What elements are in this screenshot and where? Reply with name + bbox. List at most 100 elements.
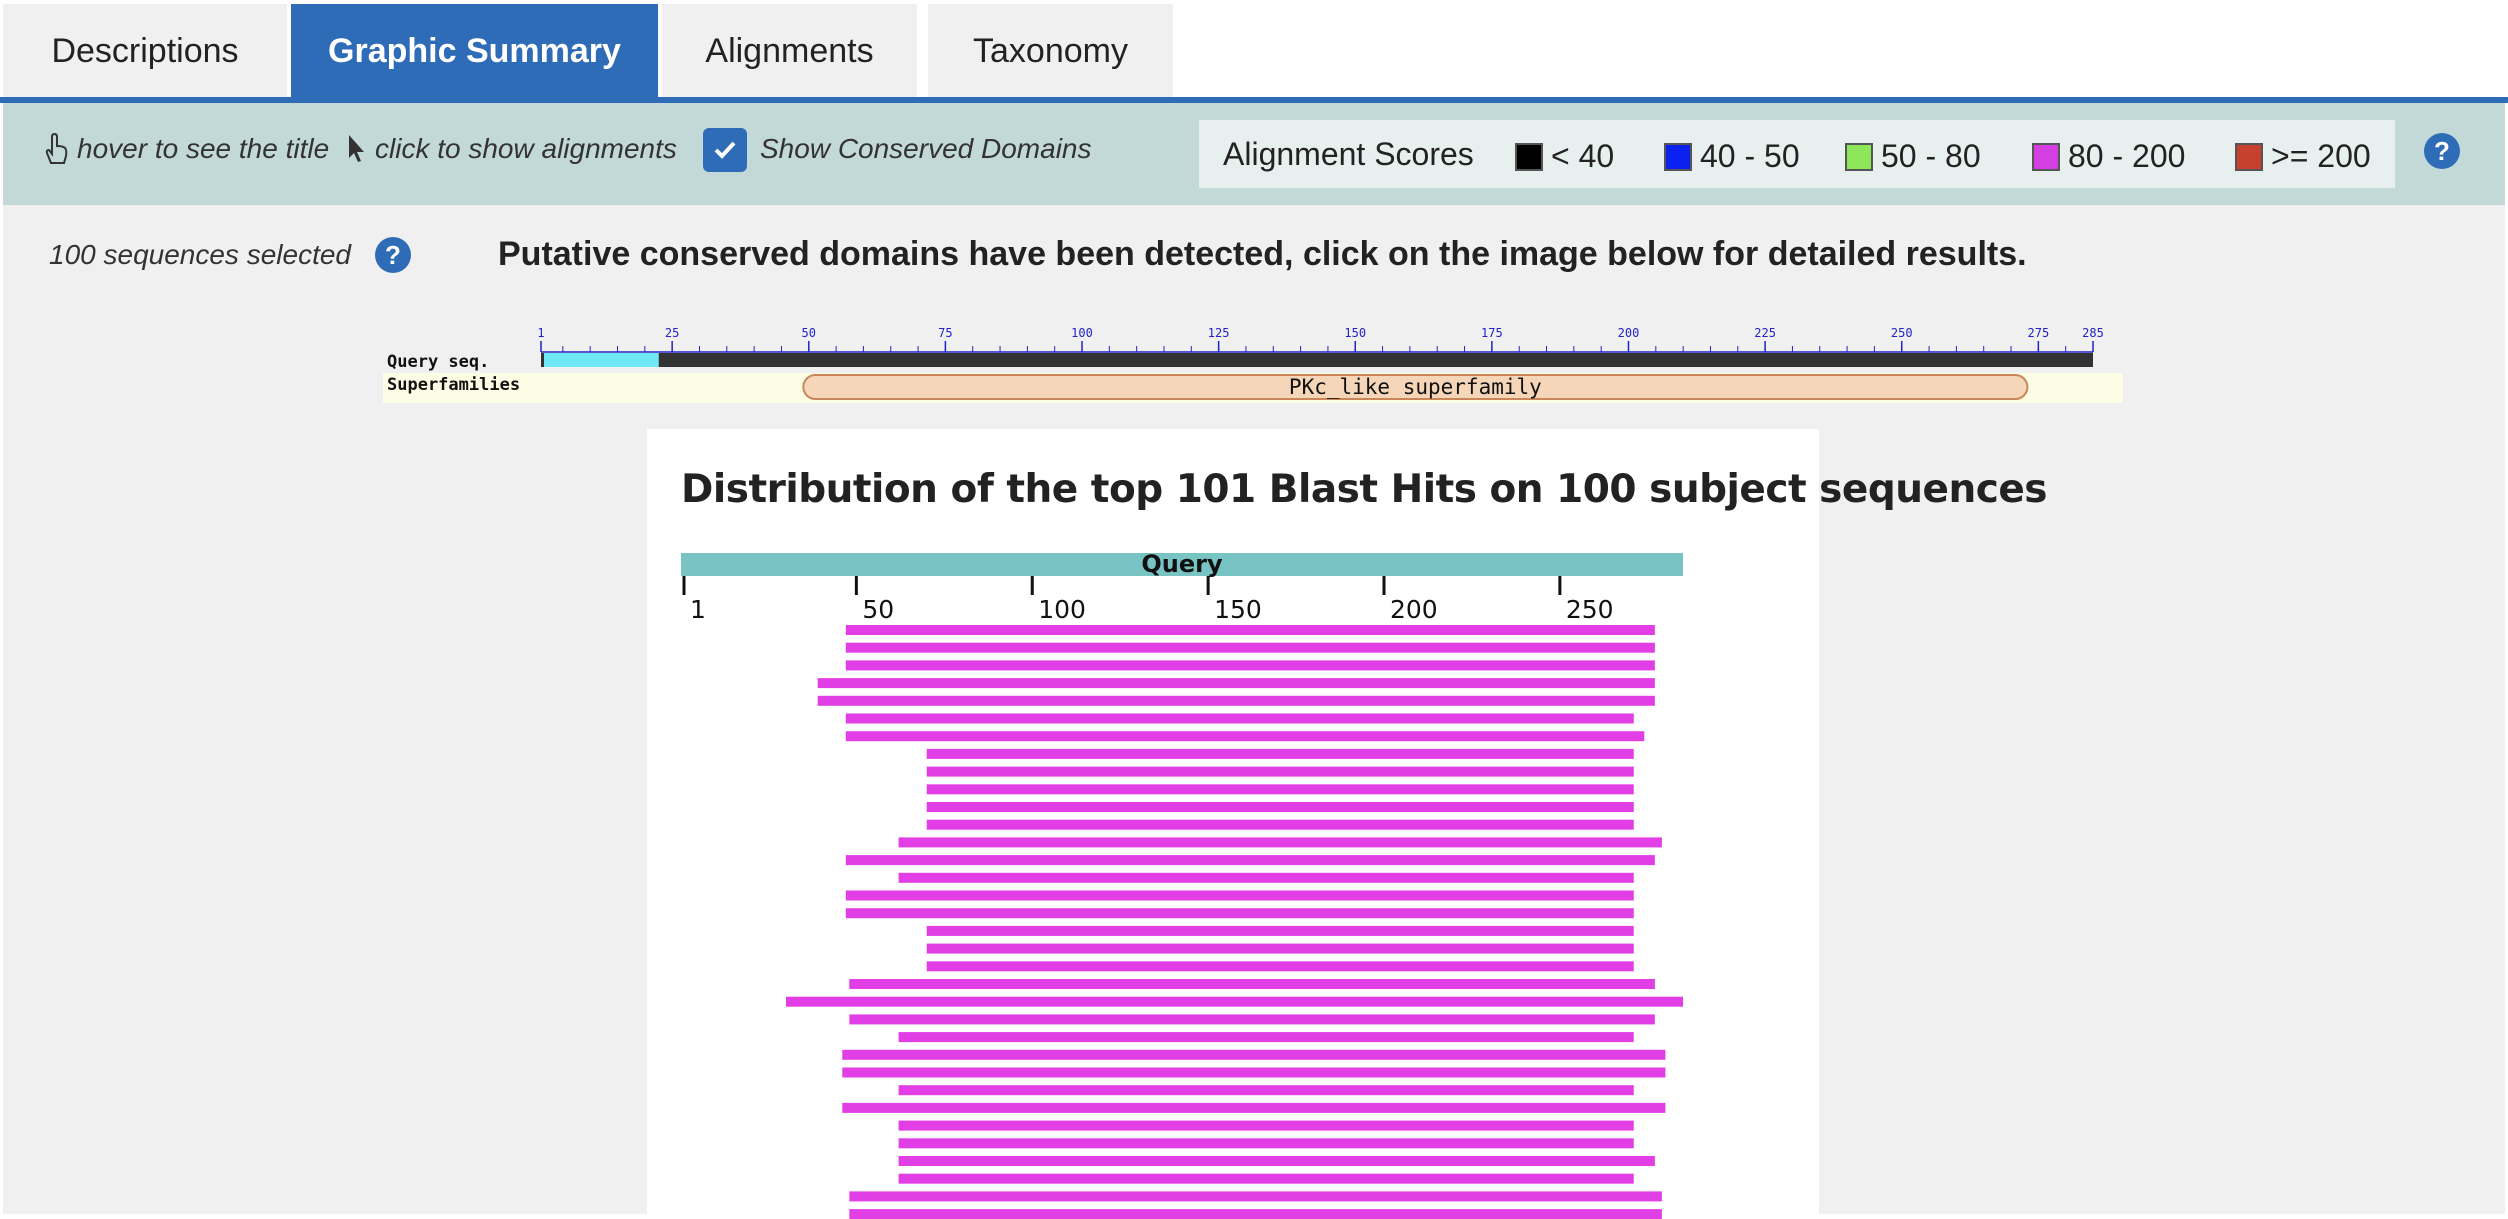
blast-hit-bar[interactable] xyxy=(898,1156,1655,1166)
cd-tick-label: 175 xyxy=(1481,326,1503,340)
legend-item-gte200: >= 200 xyxy=(2235,138,2371,175)
blast-hit-bar[interactable] xyxy=(849,979,1655,989)
blast-hit-bar[interactable] xyxy=(842,1102,1666,1113)
superfamilies-label: Superfamilies xyxy=(387,375,520,395)
legend-swatch xyxy=(2032,142,2060,171)
tab-graphic-summary[interactable]: Graphic Summary xyxy=(291,4,658,98)
blast-hit-bar[interactable] xyxy=(898,837,1662,848)
checkmark-icon xyxy=(714,141,736,159)
click-hint-text: click to show alignments xyxy=(375,133,677,164)
blast-hit-bar[interactable] xyxy=(817,678,1655,689)
distribution-tick-label: 250 xyxy=(1566,595,1614,624)
legend-label: < 40 xyxy=(1551,138,1615,174)
blast-hit-bar[interactable] xyxy=(926,925,1634,936)
blast-hit-bar[interactable] xyxy=(786,996,1683,1007)
distribution-ruler: 1 50 100 150 200 250 xyxy=(682,576,1614,624)
cd-query-highlight xyxy=(544,353,659,367)
tab-alignments[interactable]: Alignments xyxy=(662,4,917,98)
cd-ruler: 1 25 50 75 100 125 150 175 200 225 250 275 285 xyxy=(537,326,2104,353)
hover-hint-text: hover to see the title xyxy=(77,133,330,164)
legend-label: 80 - 200 xyxy=(2068,138,2186,174)
legend-label: >= 200 xyxy=(2271,138,2371,174)
legend-swatch xyxy=(1515,142,1543,171)
distribution-tick-label: 150 xyxy=(1214,595,1262,624)
cd-tick-label: 200 xyxy=(1618,326,1640,340)
blast-hit-bar[interactable] xyxy=(845,713,1634,724)
distribution-tick-label: 100 xyxy=(1038,595,1086,624)
cd-tick-label: 125 xyxy=(1208,326,1230,340)
cd-tick-label: 100 xyxy=(1071,326,1093,340)
cd-tick-label: 275 xyxy=(2028,326,2050,340)
legend-label: 40 - 50 xyxy=(1700,138,1800,174)
cd-query-bar xyxy=(541,353,2093,367)
query-seq-label: Query seq. xyxy=(387,352,489,372)
legend-swatch xyxy=(2235,142,2263,171)
legend-swatch xyxy=(1845,142,1873,171)
cd-tick-label: 150 xyxy=(1344,326,1366,340)
blast-hit-bar[interactable] xyxy=(926,748,1634,759)
legend-help-icon[interactable]: ? xyxy=(2424,133,2460,169)
selection-help-icon[interactable]: ? xyxy=(375,237,411,273)
blast-hit-bar[interactable] xyxy=(926,961,1634,972)
sequences-selected-count: 100 sequences selected xyxy=(49,239,351,270)
tab-taxonomy[interactable]: Taxonomy xyxy=(928,4,1173,98)
domain-label: PKc_like superfamily xyxy=(1289,375,1542,399)
blast-hit-bar[interactable] xyxy=(898,1138,1634,1149)
blast-hit-bar[interactable] xyxy=(845,625,1655,635)
legend-swatch xyxy=(1664,142,1692,171)
blast-hit-bar[interactable] xyxy=(926,819,1634,830)
tab-descriptions[interactable]: Descriptions xyxy=(3,4,287,98)
blast-hit-bar[interactable] xyxy=(842,1049,1666,1060)
alignment-score-legend: Alignment Scores < 40 40 - 50 50 - 80 80… xyxy=(1199,120,2395,188)
blast-hit-bar[interactable] xyxy=(849,1209,1662,1219)
blast-hit-bar[interactable] xyxy=(898,872,1634,883)
show-cd-label-text: Show Conserved Domains xyxy=(760,133,1092,164)
cd-tick-label: 1 xyxy=(537,326,544,340)
cd-tick-label: 250 xyxy=(1891,326,1913,340)
distribution-tick-label: 50 xyxy=(862,595,894,624)
blast-hit-bar[interactable] xyxy=(817,695,1655,706)
blast-hit-bar[interactable] xyxy=(926,784,1634,795)
blast-hit-bar[interactable] xyxy=(898,1120,1634,1131)
distribution-panel: Distribution of the top 101 Blast Hits o… xyxy=(647,429,2048,1219)
hand-pointer-icon xyxy=(45,133,68,164)
distribution-graphic: Query 1 50 100 150 200 250 xyxy=(681,550,1683,1219)
conserved-domains-image[interactable]: Query seq. Superfamilies 1 25 50 75 100 125 15… xyxy=(383,315,2123,403)
cursor-arrow-icon xyxy=(349,135,364,162)
blast-hit-bar[interactable] xyxy=(926,766,1634,777)
distribution-tick-label: 200 xyxy=(1390,595,1438,624)
graphic-toolbar: hover to see the title click to show ali… xyxy=(3,103,2505,205)
result-tabs: Descriptions Graphic Summary Alignments … xyxy=(0,0,2508,103)
show-conserved-domains-checkbox[interactable] xyxy=(703,128,747,172)
cd-tick-label: 25 xyxy=(665,326,679,340)
blast-hit-bar[interactable] xyxy=(898,1032,1634,1043)
blast-hit-bar[interactable] xyxy=(898,1173,1634,1184)
blast-hit-bar[interactable] xyxy=(849,1191,1662,1202)
blast-hit-bar[interactable] xyxy=(849,1014,1655,1025)
hover-hint: hover to see the title xyxy=(43,133,329,165)
blast-hit-bar[interactable] xyxy=(845,855,1655,866)
blast-hit-bar[interactable] xyxy=(926,943,1634,954)
legend-item-80-200: 80 - 200 xyxy=(2032,138,2185,175)
blast-hit-bar[interactable] xyxy=(845,731,1645,742)
blast-hit-bar[interactable] xyxy=(842,1067,1666,1078)
distribution-tick-label: 1 xyxy=(690,595,706,624)
blast-hit-bar[interactable] xyxy=(926,802,1634,812)
cd-tick-label: 285 xyxy=(2082,326,2104,340)
blast-hits xyxy=(786,625,1683,1219)
legend-item-40-50: 40 - 50 xyxy=(1664,138,1800,175)
cd-tick-label: 225 xyxy=(1754,326,1776,340)
graphic-summary-panel: 100 sequences selected ? Putative conser… xyxy=(3,205,2505,1219)
cd-tick-label: 50 xyxy=(802,326,816,340)
blast-hit-bar[interactable] xyxy=(845,890,1634,901)
legend-item-lt40: < 40 xyxy=(1515,138,1614,175)
legend-label: 50 - 80 xyxy=(1881,138,1981,174)
blast-hit-bar[interactable] xyxy=(845,660,1655,671)
blast-hit-bar[interactable] xyxy=(845,642,1655,653)
query-label: Query xyxy=(1141,550,1223,578)
blast-hit-bar[interactable] xyxy=(845,908,1634,919)
legend-title: Alignment Scores xyxy=(1223,136,1474,172)
blast-hit-bar[interactable] xyxy=(898,1085,1634,1096)
legend-item-50-80: 50 - 80 xyxy=(1845,138,1981,175)
show-cd-label[interactable]: Show Conserved Domains xyxy=(760,133,1092,165)
